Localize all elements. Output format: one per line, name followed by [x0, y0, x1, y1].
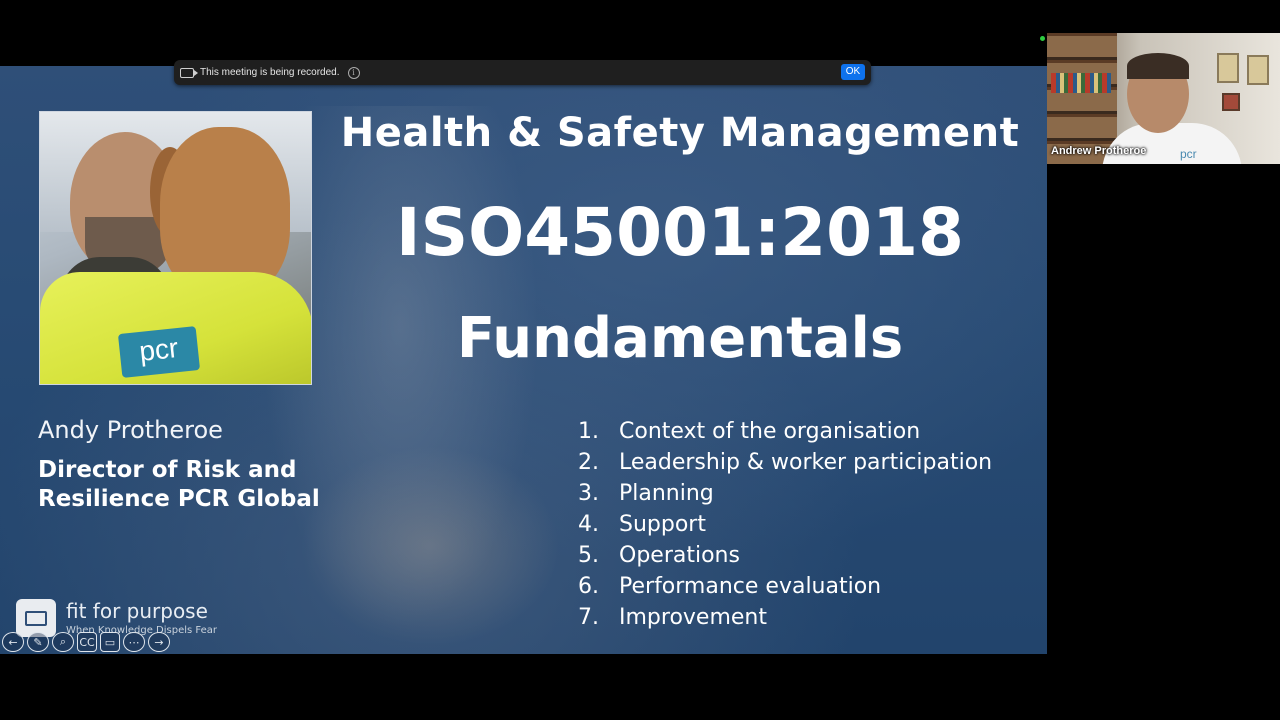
active-speaker-indicator [1040, 36, 1045, 41]
topic-number: 3. [578, 481, 599, 506]
topic-list: 1. Context of the organisation 2. Leadersh… [578, 416, 992, 633]
presenter-photo: pcr [39, 111, 312, 385]
slide-standard-code: ISO45001:2018 [396, 194, 964, 271]
info-icon[interactable]: i [347, 66, 360, 79]
video-camera-icon [180, 67, 198, 78]
wall-certificate [1217, 53, 1239, 83]
ok-button[interactable]: OK [841, 64, 865, 80]
shared-slide: pcr Health & Safety Management ISO45001:… [0, 66, 1047, 654]
books [1051, 73, 1111, 93]
topic-item: 4. Support [578, 509, 992, 540]
participant-body [1102, 123, 1242, 164]
previous-slide-icon[interactable]: ← [2, 632, 24, 652]
topic-label: Operations [619, 543, 740, 568]
recording-banner: This meeting is being recorded. i OK [174, 60, 871, 85]
topic-number: 6. [578, 574, 599, 599]
wall-picture [1222, 93, 1240, 111]
screen-icon[interactable]: ▭ [100, 632, 120, 652]
topic-label: Planning [619, 481, 714, 506]
slideshow-controls: ← ✎ ⌕ CC ▭ ⋯ → [2, 632, 170, 652]
topic-item: 2. Leadership & worker participation [578, 447, 992, 478]
photo-jacket-logo: pcr [117, 326, 201, 378]
captions-icon[interactable]: CC [77, 632, 97, 652]
topic-item: 3. Planning [578, 478, 992, 509]
topic-label: Performance evaluation [619, 574, 882, 599]
topic-item: 7. Improvement [578, 602, 992, 633]
topic-number: 4. [578, 512, 599, 537]
topic-item: 6. Performance evaluation [578, 571, 992, 602]
topic-item: 1. Context of the organisation [578, 416, 992, 447]
next-slide-icon[interactable]: → [148, 632, 170, 652]
topic-number: 7. [578, 605, 599, 630]
presenter-name: Andy Protheroe [38, 416, 223, 444]
slide-subtitle: Fundamentals [456, 306, 904, 371]
participant-hair [1127, 53, 1189, 79]
participant-video-tile[interactable]: pcr Andrew Protheroe [1047, 33, 1280, 164]
zoom-icon[interactable]: ⌕ [52, 632, 74, 652]
pen-tool-icon[interactable]: ✎ [27, 632, 49, 652]
wall-certificate [1247, 55, 1269, 85]
topic-number: 1. [578, 419, 599, 444]
topic-number: 2. [578, 450, 599, 475]
topic-item: 5. Operations [578, 540, 992, 571]
shirt-logo: pcr [1180, 147, 1197, 161]
presenter-role: Director of Risk and Resilience PCR Glob… [38, 457, 320, 512]
brand-name: fit for purpose [66, 599, 208, 623]
topic-number: 5. [578, 543, 599, 568]
participant-name: Andrew Protheroe [1051, 145, 1147, 157]
more-options-icon[interactable]: ⋯ [123, 632, 145, 652]
topic-label: Context of the organisation [619, 419, 921, 444]
topic-label: Leadership & worker participation [619, 450, 993, 475]
slide-title: Health & Safety Management [340, 110, 1020, 156]
topic-label: Support [619, 512, 706, 537]
recording-notice-text: This meeting is being recorded. [200, 67, 340, 78]
topic-label: Improvement [619, 605, 767, 630]
